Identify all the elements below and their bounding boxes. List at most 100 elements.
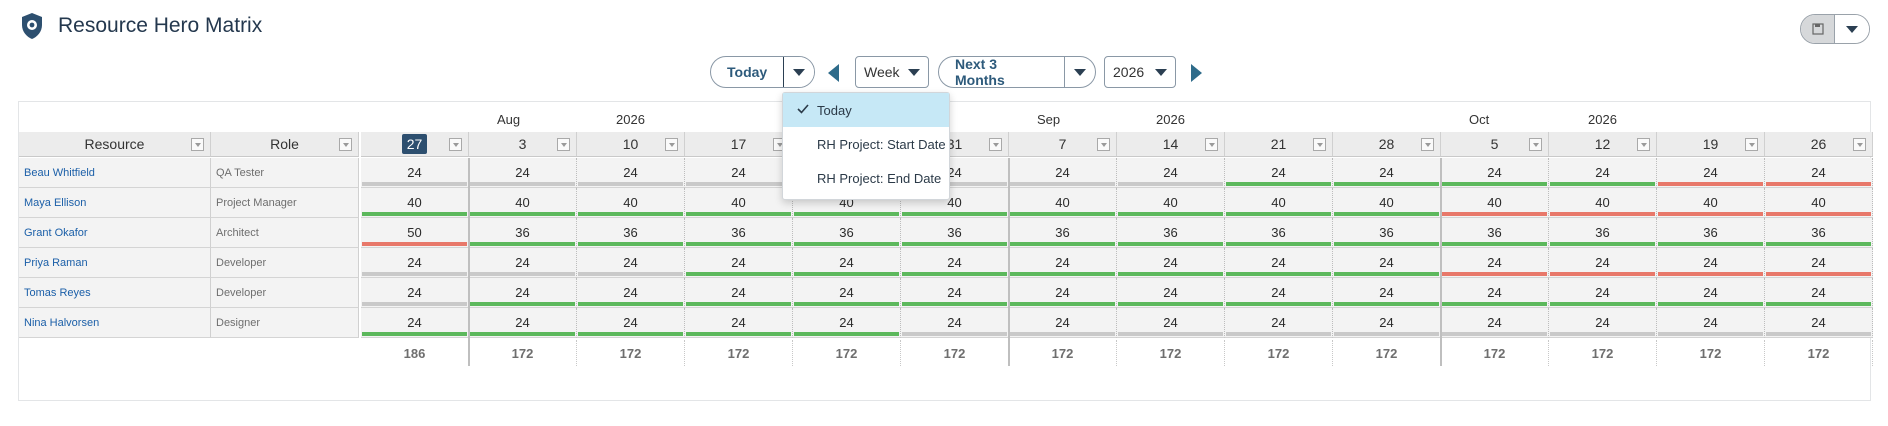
week-column-header[interactable]: 21 [1225, 132, 1333, 157]
filter-icon[interactable] [1421, 138, 1434, 151]
dropdown-item[interactable]: RH Project: Start Date [783, 127, 949, 161]
allocation-cell[interactable]: 24 [1441, 308, 1549, 338]
week-column-header[interactable]: 14 [1117, 132, 1225, 157]
allocation-cell[interactable]: 24 [1549, 308, 1657, 338]
filter-icon[interactable] [1097, 138, 1110, 151]
resource-column-header[interactable]: Resource [19, 132, 211, 157]
resource-name-link[interactable]: Maya Ellison [19, 188, 211, 218]
dropdown-item[interactable]: Today [783, 93, 949, 127]
week-column-header[interactable]: 10 [577, 132, 685, 157]
allocation-cell[interactable]: 24 [1657, 308, 1765, 338]
allocation-cell[interactable]: 40 [1657, 188, 1765, 218]
allocation-cell[interactable]: 24 [1225, 308, 1333, 338]
allocation-cell[interactable]: 24 [1009, 158, 1117, 188]
allocation-cell[interactable]: 24 [1657, 158, 1765, 188]
allocation-cell[interactable]: 24 [1009, 278, 1117, 308]
filter-icon[interactable] [1313, 138, 1326, 151]
allocation-cell[interactable]: 36 [1549, 218, 1657, 248]
allocation-cell[interactable]: 24 [1765, 278, 1873, 308]
next-period-button[interactable] [1191, 64, 1202, 82]
allocation-cell[interactable]: 24 [1117, 158, 1225, 188]
dropdown-item[interactable]: RH Project: End Date [783, 161, 949, 195]
save-button[interactable] [1801, 15, 1835, 43]
range-button[interactable]: Next 3 Months [939, 57, 1064, 87]
filter-icon[interactable] [1637, 138, 1650, 151]
allocation-cell[interactable]: 24 [1333, 308, 1441, 338]
week-column-header[interactable]: 27 [361, 132, 469, 157]
filter-icon[interactable] [1205, 138, 1218, 151]
filter-icon[interactable] [1745, 138, 1758, 151]
allocation-cell[interactable]: 24 [1009, 248, 1117, 278]
allocation-cell[interactable]: 36 [1333, 218, 1441, 248]
allocation-cell[interactable]: 36 [1225, 218, 1333, 248]
allocation-cell[interactable]: 24 [1009, 308, 1117, 338]
allocation-cell[interactable]: 40 [1765, 188, 1873, 218]
resource-name-link[interactable]: Tomas Reyes [19, 278, 211, 308]
week-column-header[interactable]: 19 [1657, 132, 1765, 157]
resource-name-link[interactable]: Beau Whitfield [19, 158, 211, 188]
allocation-cell[interactable]: 50 [361, 218, 469, 248]
allocation-cell[interactable]: 24 [793, 248, 901, 278]
allocation-cell[interactable]: 24 [1333, 248, 1441, 278]
allocation-cell[interactable]: 40 [1441, 188, 1549, 218]
allocation-cell[interactable]: 36 [685, 218, 793, 248]
range-dropdown-toggle[interactable] [1063, 57, 1095, 87]
allocation-cell[interactable]: 24 [469, 308, 577, 338]
allocation-cell[interactable]: 36 [469, 218, 577, 248]
allocation-cell[interactable]: 40 [685, 188, 793, 218]
allocation-cell[interactable]: 40 [577, 188, 685, 218]
filter-icon[interactable] [1853, 138, 1866, 151]
allocation-cell[interactable]: 24 [793, 308, 901, 338]
allocation-cell[interactable]: 36 [901, 218, 1009, 248]
allocation-cell[interactable]: 40 [1225, 188, 1333, 218]
allocation-cell[interactable]: 36 [1441, 218, 1549, 248]
allocation-cell[interactable]: 24 [577, 158, 685, 188]
allocation-cell[interactable]: 36 [1765, 218, 1873, 248]
allocation-cell[interactable]: 24 [577, 278, 685, 308]
allocation-cell[interactable]: 24 [1549, 158, 1657, 188]
filter-icon[interactable] [1529, 138, 1542, 151]
filter-icon[interactable] [989, 138, 1002, 151]
allocation-cell[interactable]: 24 [685, 248, 793, 278]
resource-name-link[interactable]: Nina Halvorsen [19, 308, 211, 338]
allocation-cell[interactable]: 40 [1117, 188, 1225, 218]
today-dropdown-toggle[interactable] [783, 57, 814, 87]
allocation-cell[interactable]: 24 [361, 308, 469, 338]
allocation-cell[interactable]: 24 [1765, 308, 1873, 338]
allocation-cell[interactable]: 40 [1009, 188, 1117, 218]
allocation-cell[interactable]: 24 [1117, 278, 1225, 308]
previous-period-button[interactable] [828, 64, 839, 82]
filter-icon[interactable] [339, 138, 352, 151]
save-options-dropdown[interactable] [1835, 15, 1869, 43]
filter-icon[interactable] [191, 138, 204, 151]
allocation-cell[interactable]: 24 [361, 278, 469, 308]
allocation-cell[interactable]: 24 [1225, 158, 1333, 188]
filter-icon[interactable] [449, 138, 462, 151]
allocation-cell[interactable]: 24 [361, 248, 469, 278]
week-column-header[interactable]: 5 [1441, 132, 1549, 157]
allocation-cell[interactable]: 24 [1765, 158, 1873, 188]
resource-name-link[interactable]: Grant Okafor [19, 218, 211, 248]
allocation-cell[interactable]: 24 [577, 308, 685, 338]
allocation-cell[interactable]: 24 [361, 158, 469, 188]
allocation-cell[interactable]: 24 [1441, 158, 1549, 188]
filter-icon[interactable] [665, 138, 678, 151]
resource-name-link[interactable]: Priya Raman [19, 248, 211, 278]
allocation-cell[interactable]: 24 [1441, 248, 1549, 278]
week-column-header[interactable]: 12 [1549, 132, 1657, 157]
role-column-header[interactable]: Role [211, 132, 359, 157]
allocation-cell[interactable]: 24 [1333, 278, 1441, 308]
allocation-cell[interactable]: 24 [1657, 248, 1765, 278]
allocation-cell[interactable]: 36 [577, 218, 685, 248]
week-column-header[interactable]: 26 [1765, 132, 1873, 157]
allocation-cell[interactable]: 24 [577, 248, 685, 278]
allocation-cell[interactable]: 24 [469, 158, 577, 188]
allocation-cell[interactable]: 24 [1225, 248, 1333, 278]
allocation-cell[interactable]: 24 [1117, 308, 1225, 338]
allocation-cell[interactable]: 24 [901, 308, 1009, 338]
allocation-cell[interactable]: 24 [1117, 248, 1225, 278]
allocation-cell[interactable]: 40 [469, 188, 577, 218]
allocation-cell[interactable]: 36 [1117, 218, 1225, 248]
allocation-cell[interactable]: 36 [1657, 218, 1765, 248]
allocation-cell[interactable]: 40 [361, 188, 469, 218]
